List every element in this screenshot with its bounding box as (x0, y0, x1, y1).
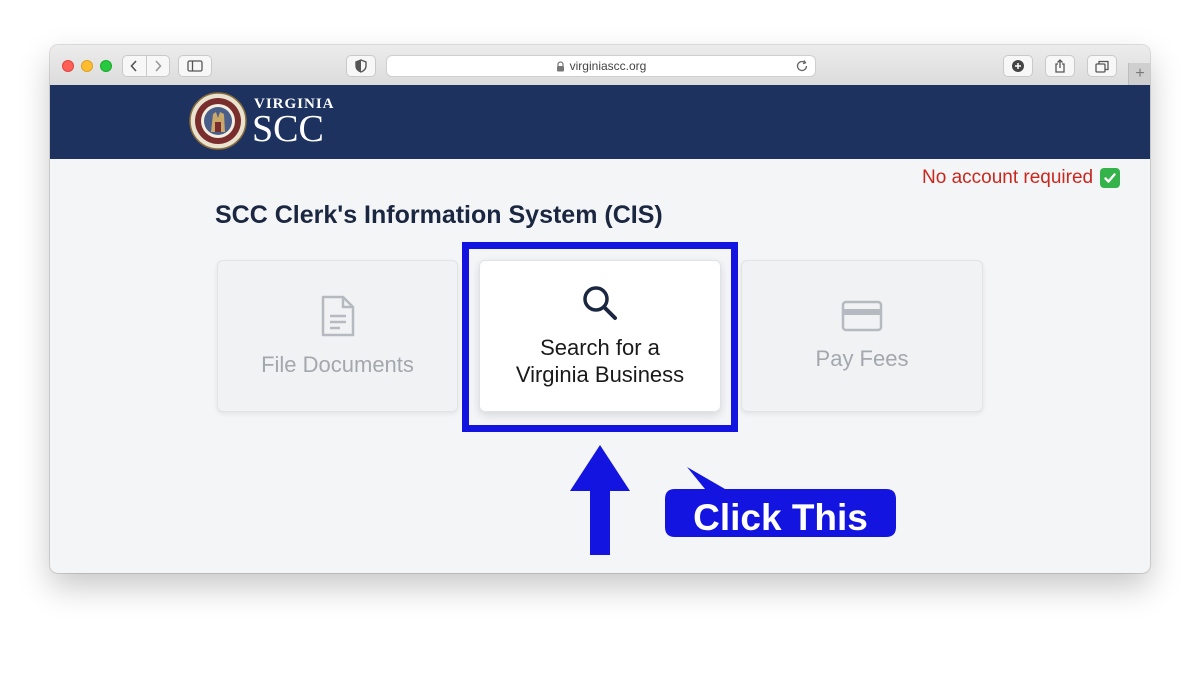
browser-window: virginiascc.org + VIRGINIA SCC No accoun… (50, 45, 1150, 573)
navigation-buttons (122, 55, 170, 77)
back-button[interactable] (123, 56, 146, 76)
plus-circle-icon (1012, 60, 1024, 72)
file-documents-card[interactable]: File Documents (217, 260, 458, 412)
site-header: VIRGINIA SCC (50, 85, 1150, 159)
new-tab-button[interactable]: + (1128, 63, 1150, 85)
sidebar-toggle-button[interactable] (178, 55, 212, 77)
highlight-box (462, 242, 738, 432)
virginia-seal-logo[interactable] (189, 92, 247, 150)
sidebar-icon (187, 60, 203, 72)
close-window-button[interactable] (62, 60, 74, 72)
tabs-icon (1095, 60, 1109, 73)
file-documents-label: File Documents (261, 352, 414, 377)
chevron-right-icon (155, 60, 162, 72)
zoom-window-button[interactable] (100, 60, 112, 72)
chevron-left-icon (130, 60, 137, 72)
share-button[interactable] (1045, 55, 1075, 77)
pay-fees-card[interactable]: Pay Fees (741, 260, 983, 412)
url-text: virginiascc.org (569, 59, 647, 73)
document-icon (321, 295, 354, 337)
shield-icon (355, 59, 367, 73)
notice-text: No account required (922, 167, 1094, 188)
page-title: SCC Clerk's Information System (CIS) (215, 201, 663, 229)
arrow-up-icon (570, 445, 630, 555)
reload-icon[interactable] (795, 59, 809, 76)
checkmark-icon (1100, 168, 1121, 188)
callout-text: Click This (693, 497, 868, 538)
no-account-notice: No account required (922, 167, 1121, 189)
tab-overview-button[interactable] (1087, 55, 1117, 77)
downloads-button[interactable] (1003, 55, 1033, 77)
share-icon (1055, 59, 1065, 73)
lock-icon (556, 60, 565, 72)
address-bar[interactable]: virginiascc.org (386, 55, 816, 77)
pay-fees-label: Pay Fees (815, 346, 909, 371)
browser-toolbar: virginiascc.org + (50, 45, 1150, 86)
privacy-report-button[interactable] (346, 55, 376, 77)
minimize-window-button[interactable] (81, 60, 93, 72)
forward-button[interactable] (147, 56, 170, 76)
brand-name[interactable]: SCC (252, 109, 324, 149)
credit-card-icon (841, 300, 883, 332)
